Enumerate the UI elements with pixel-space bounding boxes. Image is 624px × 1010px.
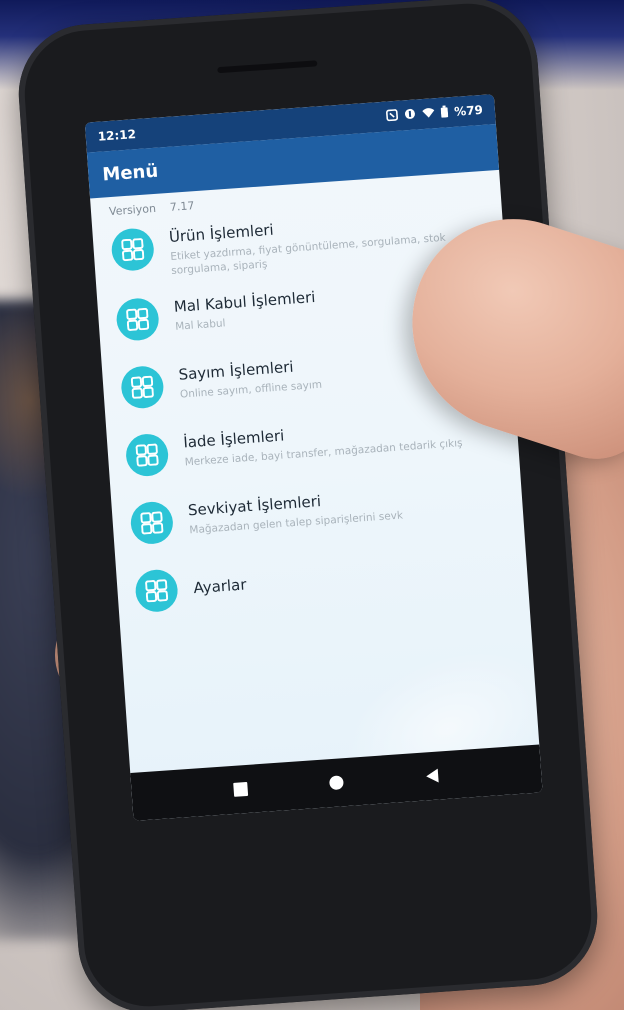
home-icon[interactable]	[328, 774, 345, 791]
version-label: Versiyon	[108, 201, 157, 219]
status-icons: %79	[386, 102, 484, 124]
status-time: 12:12	[97, 127, 137, 144]
grid-icon	[129, 500, 175, 546]
app-title: Menü	[101, 160, 159, 186]
grid-icon	[115, 297, 161, 342]
phone-screen: 12:12 %79 Menü Versiyon 7.17 Ürün İşleml…	[84, 94, 543, 821]
nfc-icon	[386, 108, 399, 124]
grid-icon	[124, 432, 170, 478]
phone-speaker	[217, 60, 318, 74]
phone-device: 12:12 %79 Menü Versiyon 7.17 Ürün İşleml…	[14, 0, 602, 1010]
version-value: 7.17	[169, 199, 195, 214]
photo-scene: 12:12 %79 Menü Versiyon 7.17 Ürün İşleml…	[0, 0, 624, 1010]
battery-icon	[440, 104, 449, 120]
back-icon[interactable]	[424, 767, 441, 784]
battery-percent: %79	[453, 102, 484, 119]
data-saver-icon	[404, 107, 417, 123]
navigation-bar	[130, 744, 543, 821]
grid-icon	[119, 364, 165, 410]
grid-icon	[110, 227, 156, 273]
wifi-icon	[422, 106, 436, 122]
grid-icon	[134, 568, 180, 614]
recents-icon[interactable]	[232, 781, 249, 798]
